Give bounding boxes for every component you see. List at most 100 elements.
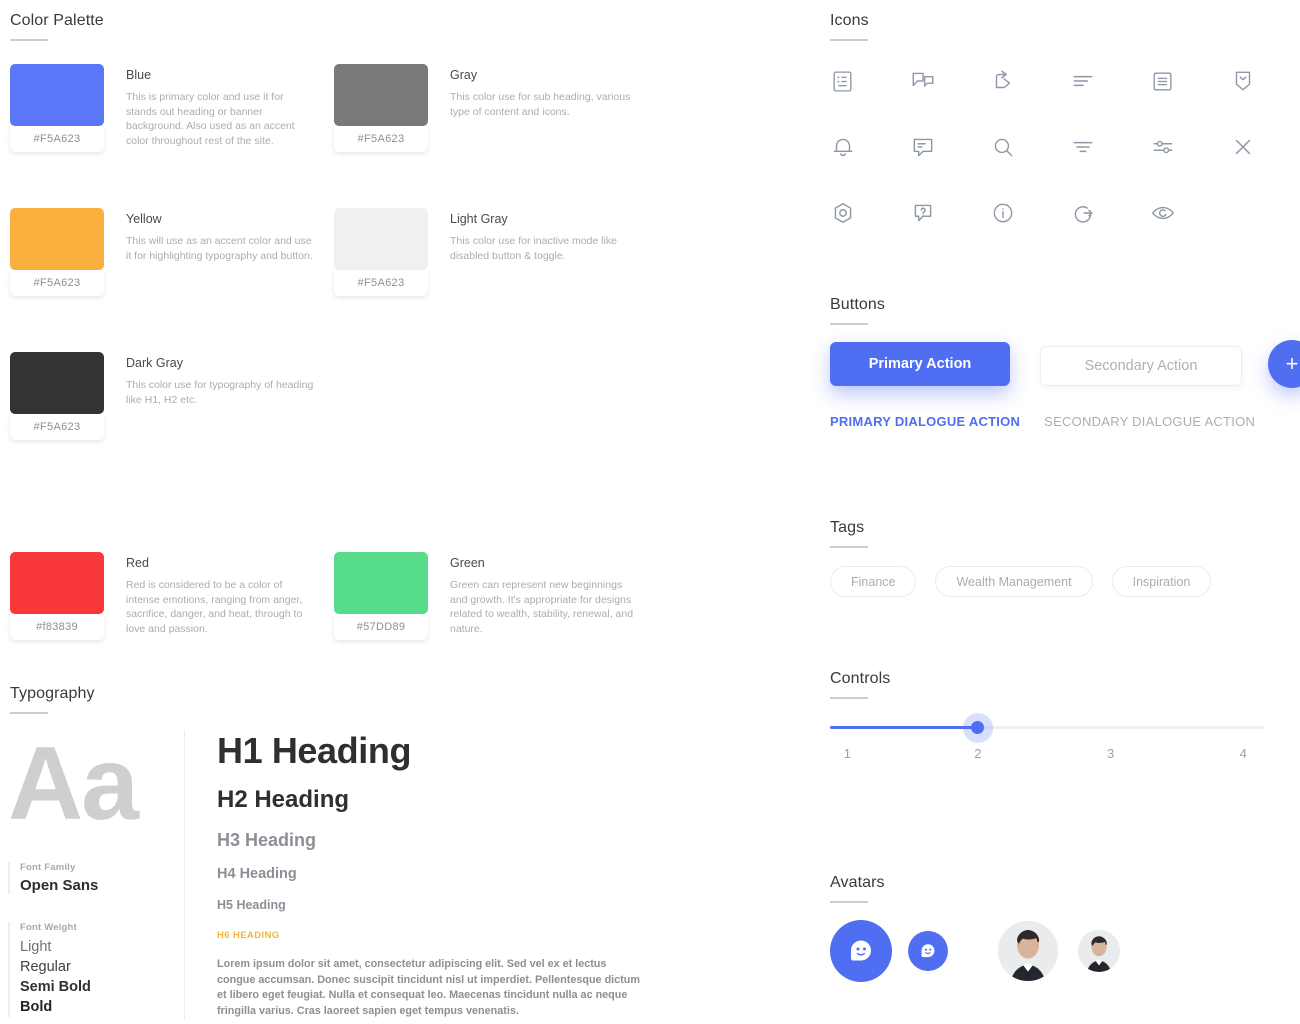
help-question-icon[interactable] xyxy=(910,180,990,246)
tags-section-header: Tags xyxy=(830,519,868,548)
align-left-icon[interactable] xyxy=(1070,48,1150,114)
primary-dialogue-action-button[interactable]: PRIMARY DIALOGUE ACTION xyxy=(830,414,1020,429)
swatch-row: #f83839 Red Red is considered to be a co… xyxy=(10,552,690,640)
font-weight-label: Font Weight xyxy=(20,922,77,933)
floating-action-button[interactable]: + xyxy=(1268,340,1300,388)
swatch-hex-label: #F5A623 xyxy=(10,414,104,440)
secondary-action-button[interactable]: Secondary Action xyxy=(1040,346,1242,386)
hexagon-target-icon[interactable] xyxy=(830,180,910,246)
swatch-block: #F5A623 xyxy=(334,208,428,296)
typography-body: Aa Font Family Open Sans Font Weight Lig… xyxy=(0,730,700,1020)
comment-icon[interactable] xyxy=(910,114,990,180)
close-icon[interactable] xyxy=(1230,114,1300,180)
slider-fill xyxy=(830,726,978,729)
left-column: Color Palette #F5A623 Blue This is prima… xyxy=(0,0,700,1024)
swatch-row: #F5A623 Yellow This will use as an accen… xyxy=(10,208,690,296)
section-underline xyxy=(10,39,48,41)
color-swatch-gray: #F5A623 Gray This color use for sub head… xyxy=(334,64,658,152)
heading-sample-h1: H1 Heading xyxy=(217,730,412,771)
swatch-hex-label: #57DD89 xyxy=(334,614,428,640)
right-column: Icons Buttons Primary Action Secondary A… xyxy=(700,0,1300,1024)
font-weight-group: Font Weight Light Regular Semi Bold Bold xyxy=(8,922,184,1017)
swatch-description: Green can represent new beginnings and g… xyxy=(450,579,634,635)
typography-section-header: Typography xyxy=(10,685,95,714)
font-weight-item: Bold xyxy=(20,999,53,1015)
icon-grid xyxy=(830,48,1290,246)
section-underline xyxy=(10,712,48,714)
tag-finance[interactable]: Finance xyxy=(830,566,917,597)
buttons-section-header: Buttons xyxy=(830,296,885,325)
font-weight-list: Light Regular Semi Bold Bold xyxy=(20,937,184,1017)
color-swatch-light-gray: #F5A623 Light Gray This color use for in… xyxy=(334,208,658,296)
article-icon[interactable] xyxy=(1150,48,1230,114)
slider-tick-labels: 1 2 3 4 xyxy=(830,746,1265,762)
swatch-text: Gray This color use for sub heading, var… xyxy=(428,64,638,119)
logout-icon[interactable] xyxy=(1070,180,1150,246)
section-underline xyxy=(830,901,868,903)
slider-control[interactable]: 1 2 3 4 xyxy=(830,712,1265,762)
heading-sample-h3: H3 Heading xyxy=(217,830,317,850)
photo-avatar-large[interactable] xyxy=(998,921,1058,981)
font-weight-item: Regular xyxy=(20,959,71,975)
icons-title: Icons xyxy=(830,12,869,29)
sliders-settings-icon[interactable] xyxy=(1150,114,1230,180)
font-family-label: Font Family xyxy=(20,862,76,873)
swatch-hex-label: #F5A623 xyxy=(334,270,428,296)
placeholder-avatar-small[interactable] xyxy=(908,931,948,971)
photo-avatar-small[interactable] xyxy=(1078,930,1120,972)
heading-sample-h6: H6 HEADING xyxy=(217,930,280,941)
slider-tick-1: 1 xyxy=(843,746,852,761)
tag-row: Finance Wealth Management Inspiration xyxy=(830,566,1230,597)
font-family-value: Open Sans xyxy=(20,877,99,894)
info-icon[interactable] xyxy=(990,180,1070,246)
slider-track[interactable] xyxy=(830,712,1265,743)
swatch-row: #F5A623 Blue This is primary color and u… xyxy=(10,64,690,152)
section-underline xyxy=(830,546,868,548)
icons-section-header: Icons xyxy=(830,12,869,41)
swatch-hex-label: #F5A623 xyxy=(10,270,104,296)
swatch-block: #57DD89 xyxy=(334,552,428,640)
font-family-group: Font Family Open Sans xyxy=(8,862,184,894)
heading-sample-h4: H4 Heading xyxy=(217,866,297,882)
slider-tick-4: 4 xyxy=(1239,746,1247,761)
chat-flag-icon[interactable] xyxy=(910,48,990,114)
tag-inspiration[interactable]: Inspiration xyxy=(1111,566,1212,597)
swatch-text: Green Green can represent new beginnings… xyxy=(428,552,638,636)
swatch-name: Green xyxy=(450,556,485,570)
avatars-section-header: Avatars xyxy=(830,874,885,903)
eye-icon[interactable] xyxy=(1150,180,1230,246)
font-weight-item: Light xyxy=(20,939,52,955)
placeholder-avatar-large[interactable] xyxy=(830,920,892,982)
font-sample-glyph: Aa xyxy=(8,726,139,842)
swatch-name: Dark Gray xyxy=(126,356,183,370)
heading-sample-h2: H2 Heading xyxy=(217,786,350,813)
avatars-title: Avatars xyxy=(830,874,885,891)
button-row: Primary Action Secondary Action xyxy=(830,342,1242,386)
search-icon[interactable] xyxy=(990,114,1070,180)
swatch-description: Red is considered to be a color of inten… xyxy=(126,579,303,635)
swatch-name: Yellow xyxy=(126,212,162,226)
swatch-description: This will use as an accent color and use… xyxy=(126,235,313,262)
buttons-title: Buttons xyxy=(830,296,885,313)
filter-icon[interactable] xyxy=(1070,114,1150,180)
primary-action-button[interactable]: Primary Action xyxy=(830,342,1010,386)
section-underline xyxy=(830,39,868,41)
color-palette-title: Color Palette xyxy=(10,12,104,29)
swatch-name: Light Gray xyxy=(450,212,508,226)
swatch-block: #F5A623 xyxy=(10,352,104,440)
slider-tick-2: 2 xyxy=(974,746,982,761)
tag-wealth-management[interactable]: Wealth Management xyxy=(935,566,1093,597)
share-arrow-icon[interactable] xyxy=(990,48,1070,114)
font-weight-item: Semi Bold xyxy=(20,979,91,995)
typography-samples-column: H1 Heading H2 Heading H3 Heading H4 Head… xyxy=(185,730,655,1020)
swatch-color-chip xyxy=(334,64,428,126)
slider-tick-3: 3 xyxy=(1106,746,1115,761)
document-list-icon[interactable] xyxy=(830,48,910,114)
secondary-dialogue-action-button[interactable]: SECONDARY DIALOGUE ACTION xyxy=(1044,414,1255,429)
bookmark-icon[interactable] xyxy=(1230,48,1300,114)
swatch-color-chip xyxy=(10,208,104,270)
typography-meta-column: Aa Font Family Open Sans Font Weight Lig… xyxy=(0,730,185,1020)
swatch-hex-label: #F5A623 xyxy=(10,126,104,152)
color-palette-section-header: Color Palette xyxy=(10,12,104,41)
bell-icon[interactable] xyxy=(830,114,910,180)
